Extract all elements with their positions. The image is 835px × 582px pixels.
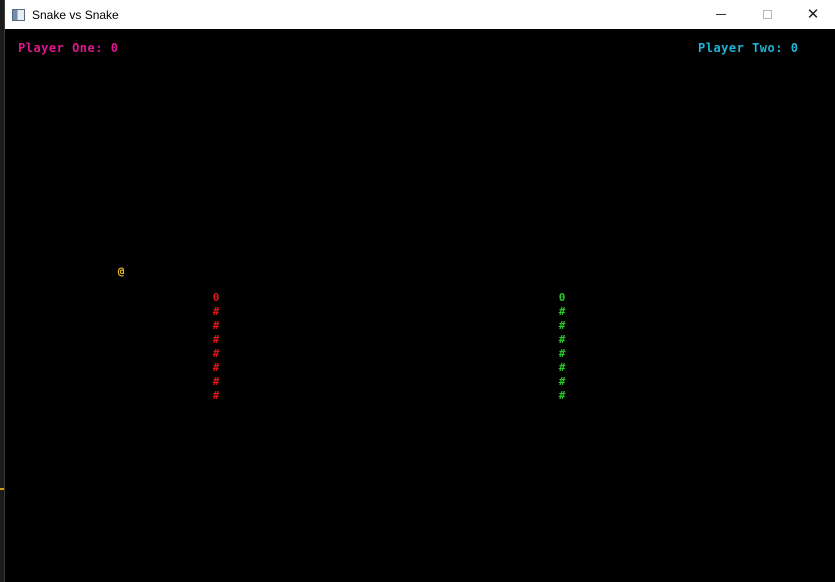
- snake-body-segment: #: [558, 361, 566, 374]
- player-two-score: Player Two: 0: [698, 41, 799, 55]
- snake-body-segment: #: [558, 389, 566, 402]
- game-window: Snake vs Snake ✕ Player One: 0 Player Tw…: [4, 0, 835, 582]
- snake-body-segment: #: [212, 375, 220, 388]
- snake-body-segment: #: [558, 375, 566, 388]
- snake-body-segment: #: [212, 361, 220, 374]
- snake-head: 0: [212, 291, 220, 304]
- food-item: @: [117, 265, 125, 278]
- window-title: Snake vs Snake: [32, 7, 119, 22]
- snake-body-segment: #: [212, 319, 220, 332]
- minimize-icon: [716, 14, 726, 15]
- snake-body-segment: #: [212, 305, 220, 318]
- minimize-button[interactable]: [698, 0, 744, 29]
- app-icon: [12, 8, 25, 21]
- maximize-button[interactable]: [744, 0, 790, 29]
- maximize-icon: [762, 10, 772, 19]
- close-icon: ✕: [806, 5, 820, 23]
- snake-body-segment: #: [558, 333, 566, 346]
- snake-body-segment: #: [558, 347, 566, 360]
- snake-body-segment: #: [558, 305, 566, 318]
- snake-body-segment: #: [212, 389, 220, 402]
- snake-body-segment: #: [212, 347, 220, 360]
- snake-body-segment: #: [558, 319, 566, 332]
- snake-head: 0: [558, 291, 566, 304]
- snake-body-segment: #: [212, 333, 220, 346]
- close-button[interactable]: ✕: [790, 0, 835, 29]
- player-one-score: Player One: 0: [18, 41, 119, 55]
- title-bar[interactable]: Snake vs Snake ✕: [5, 0, 835, 29]
- game-board: Player One: 0 Player Two: 0 @ 0 # # # # # # # 0…: [5, 29, 835, 582]
- window-controls: ✕: [698, 0, 835, 29]
